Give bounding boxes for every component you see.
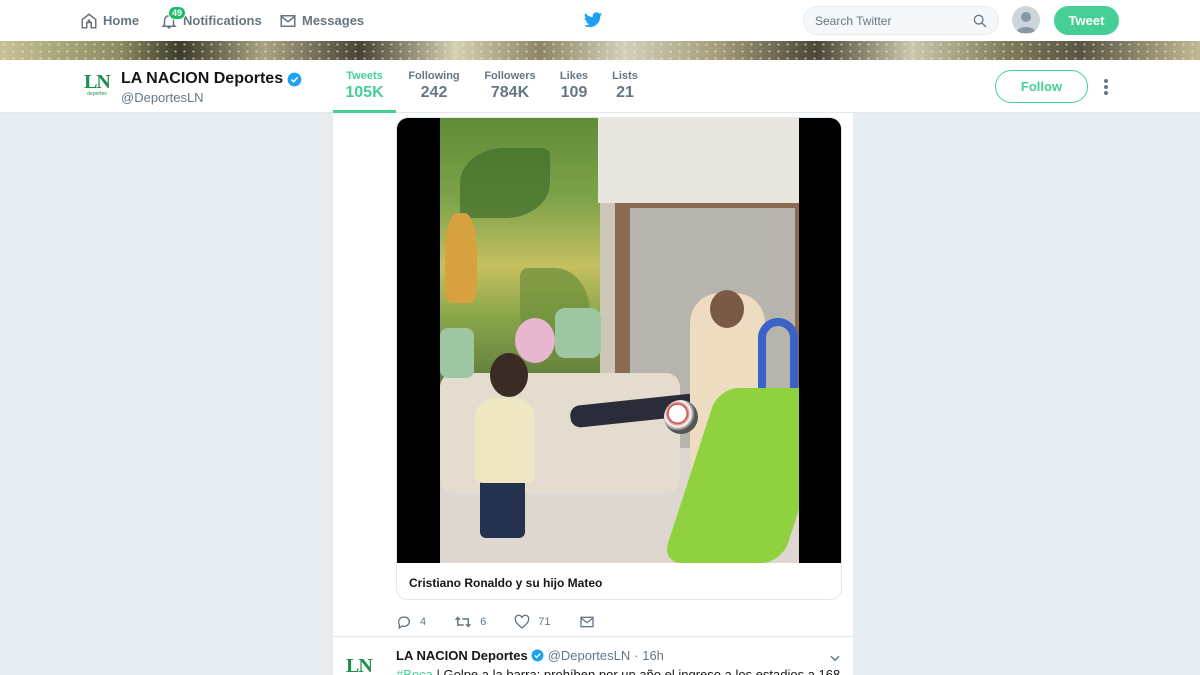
card-title[interactable]: Cristiano Ronaldo y su hijo Mateo	[409, 576, 602, 590]
verified-icon	[287, 72, 302, 86]
stat-following-label: Following	[408, 70, 460, 82]
video-player[interactable]	[397, 118, 841, 563]
reply-icon	[397, 616, 410, 630]
stat-likes-value: 109	[560, 84, 588, 101]
more-icon[interactable]	[1101, 79, 1111, 95]
nav-notifications-label: Notifications	[183, 13, 262, 28]
follow-button[interactable]: Follow	[995, 70, 1088, 103]
like-action[interactable]: 71	[514, 614, 551, 630]
user-avatar[interactable]	[1012, 6, 1040, 34]
profile-bar: LN deportes LA NACION Deportes @Deportes…	[0, 60, 1200, 113]
search-input[interactable]	[815, 14, 965, 28]
stat-followers-value: 784K	[490, 84, 530, 101]
tweet-actions: 4 6 71	[396, 613, 631, 631]
tweet-button[interactable]: Tweet	[1054, 6, 1119, 35]
stat-following[interactable]: Following 242	[404, 70, 464, 102]
direct-message-action[interactable]	[579, 614, 603, 630]
nav-home-label: Home	[103, 13, 140, 28]
stat-tweets[interactable]: Tweets 105K	[333, 70, 396, 113]
stat-lists-label: Lists	[612, 70, 638, 82]
chevron-down-icon[interactable]	[828, 651, 842, 665]
tweet-author-name[interactable]: LA NACION Deportes	[396, 648, 528, 663]
stat-tweets-label: Tweets	[346, 70, 383, 82]
avatar-silhouette-icon	[1016, 12, 1036, 33]
profile-name[interactable]: LA NACION Deportes	[121, 70, 302, 88]
tweet-hashtag[interactable]: #Boca	[396, 667, 433, 675]
nav-messages[interactable]: Messages	[279, 0, 364, 41]
profile-handle[interactable]: @DeportesLN	[121, 90, 204, 105]
verified-icon	[531, 649, 544, 662]
nav-home[interactable]: Home	[80, 0, 139, 41]
reply-count: 4	[420, 616, 427, 628]
stat-followers[interactable]: Followers 784K	[480, 70, 540, 102]
tweet-text-body: | Golpe a la barra: prohíben por un año …	[432, 667, 841, 675]
media-card[interactable]: Cristiano Ronaldo y su hijo Mateo	[396, 117, 842, 600]
tweet-time[interactable]: · 16h	[634, 648, 664, 663]
profile-logo-text: LN	[84, 71, 111, 93]
retweet-icon	[455, 616, 472, 628]
home-icon	[81, 12, 97, 28]
heart-icon	[514, 614, 530, 629]
retweet-count: 6	[480, 616, 487, 628]
direct-message-icon	[579, 616, 594, 628]
tweet-text: #Boca | Golpe a la barra: prohíben por u…	[396, 667, 840, 675]
search-box[interactable]	[803, 6, 999, 35]
stat-likes-label: Likes	[559, 70, 589, 82]
nav-messages-label: Messages	[302, 13, 365, 28]
tweet-item[interactable]: LN LA NACION Deportes @DeportesLN · 16h …	[333, 637, 853, 675]
stat-lists[interactable]: Lists 21	[608, 70, 642, 102]
search-icon[interactable]	[972, 13, 988, 29]
profile-name-text: LA NACION Deportes	[121, 70, 284, 87]
profile-banner-image	[0, 41, 1200, 60]
stat-tweets-value: 105K	[345, 84, 384, 101]
envelope-icon	[280, 14, 296, 27]
tweet-avatar[interactable]: LN	[346, 655, 373, 675]
twitter-bird-icon[interactable]	[583, 10, 603, 30]
stat-lists-value: 21	[616, 84, 634, 101]
stat-following-value: 242	[420, 84, 448, 101]
profile-logo[interactable]: LN deportes	[82, 71, 112, 97]
like-count: 71	[538, 616, 551, 628]
video-frame	[440, 118, 799, 563]
timeline: Cristiano Ronaldo y su hijo Mateo 4 6 71…	[333, 113, 853, 675]
nav-notifications[interactable]: 49 Notifications	[160, 0, 262, 41]
stat-followers-label: Followers	[484, 70, 536, 82]
top-navigation-bar: Home 49 Notifications Messages Tweet	[0, 0, 1200, 41]
notifications-badge: 49	[168, 6, 187, 20]
stat-likes[interactable]: Likes 109	[555, 70, 593, 102]
reply-action[interactable]: 4	[396, 614, 426, 630]
tweet-header: LA NACION Deportes @DeportesLN · 16h	[396, 648, 664, 663]
retweet-action[interactable]: 6	[454, 614, 486, 630]
tweet-author-handle[interactable]: @DeportesLN	[548, 648, 631, 663]
